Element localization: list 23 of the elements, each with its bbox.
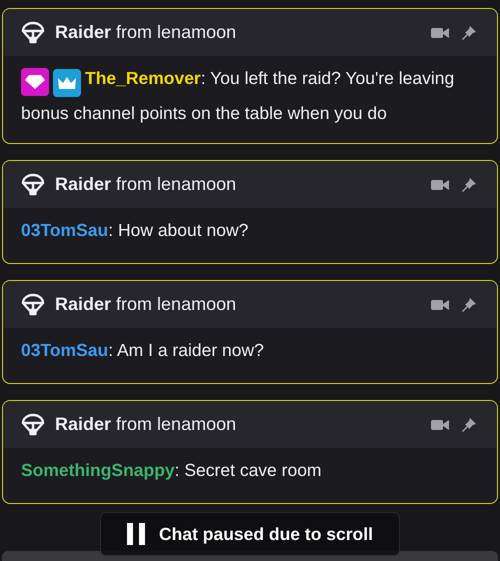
camera-icon[interactable]	[431, 26, 449, 40]
parachute-icon	[21, 412, 45, 436]
chat-message: 03TomSau: Am I a raider now?	[20, 339, 265, 362]
pause-icon	[127, 523, 146, 545]
paused-text: Chat paused due to scroll	[159, 522, 373, 546]
pin-icon[interactable]	[461, 296, 477, 312]
parachute-icon	[21, 172, 45, 196]
chat-message: The_Remover: You left the raid? You're leaving bonus channel points on the table when you do	[20, 67, 456, 125]
camera-icon[interactable]	[431, 298, 449, 312]
pin-icon[interactable]	[461, 176, 477, 192]
parachute-icon	[21, 292, 45, 316]
raider-label: Raider from lenamoon	[55, 21, 236, 44]
raider-label: Raider from lenamoon	[55, 173, 236, 196]
chat-message: SomethingSnappy: Secret cave room	[20, 459, 323, 482]
raider-label: Raider from lenamoon	[55, 293, 236, 316]
camera-icon[interactable]	[431, 418, 449, 432]
pin-icon[interactable]	[461, 24, 477, 40]
pin-icon[interactable]	[461, 416, 477, 432]
raider-label: Raider from lenamoon	[55, 413, 236, 436]
parachute-icon	[21, 20, 45, 44]
camera-icon[interactable]	[431, 178, 449, 192]
chat-paused-banner[interactable]: Chat paused due to scroll	[100, 512, 400, 556]
chat-message: 03TomSau: How about now?	[20, 219, 250, 242]
